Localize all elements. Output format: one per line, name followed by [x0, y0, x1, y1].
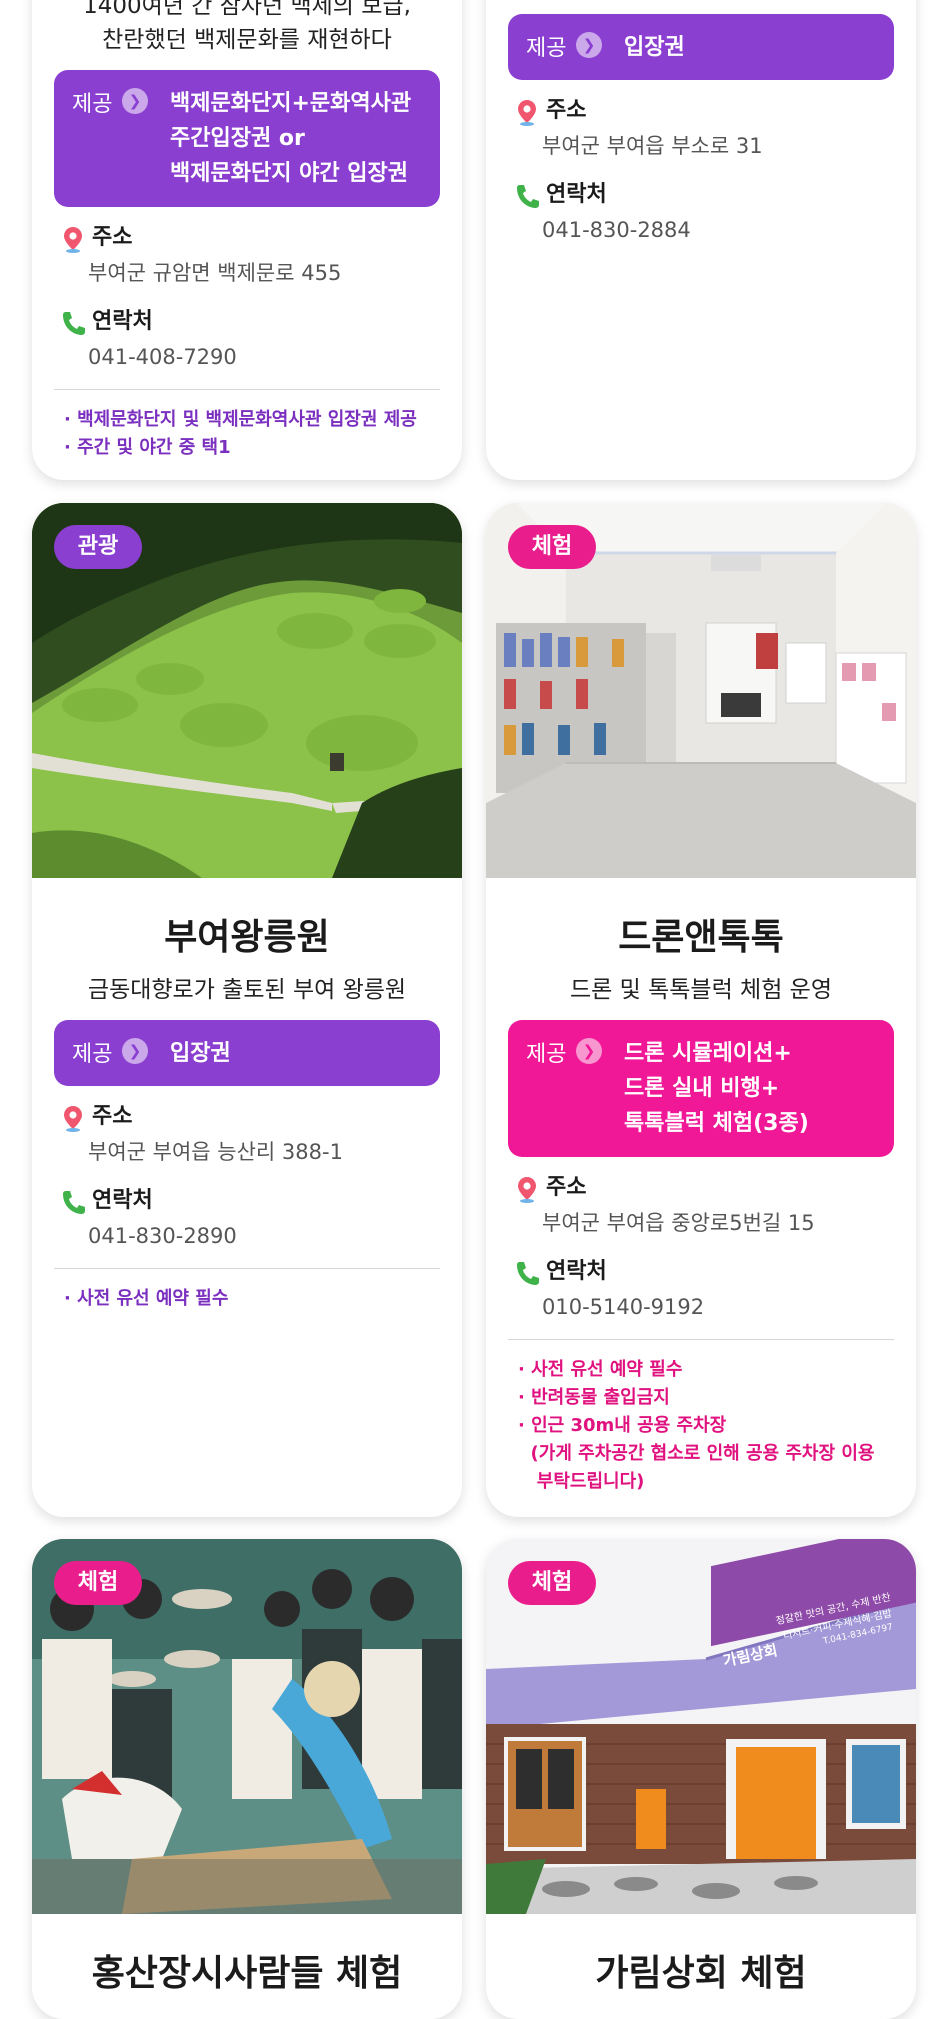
address-heading: 주소: [514, 94, 888, 128]
royal-tombs-photo: 관광: [32, 503, 462, 878]
offer-line: 입장권: [170, 1041, 231, 1066]
offer-label: 제공: [526, 36, 567, 61]
info-block: 주소 부여군 부여읍 중앙로5번길 15 연락처 010-5140-9192: [514, 1171, 888, 1325]
offer-line: 입장권: [624, 35, 685, 60]
offer-line: 톡톡블럭 체험(3종): [624, 1111, 809, 1136]
card-subtitle-line1: 1400여년 간 잠자던 백제의 보급,: [83, 0, 411, 19]
offer-line: 백제문화단지+문화역사관: [170, 91, 412, 116]
address-heading: 주소: [60, 221, 434, 255]
contact-heading: 연락처: [514, 1255, 888, 1289]
note-item: · 인근 30m내 공용 주차장: [518, 1415, 727, 1436]
location-pin-icon: [64, 1106, 82, 1132]
card-title: 부여왕릉원: [164, 917, 330, 958]
notes: · 사전 유선 예약 필수 · 반려동물 출입금지 · 인근 30m내 공용 주…: [518, 1356, 894, 1496]
info-block: 주소 부여군 부여읍 부소로 31 연락처 041-830-2884: [514, 94, 888, 248]
contact-heading: 연락처: [60, 1184, 434, 1218]
address-label: 주소: [546, 98, 587, 123]
contact-value[interactable]: 041-830-2890: [60, 1218, 434, 1254]
card-subtitle: 금동대향로가 출토된 부여 왕릉원: [87, 977, 407, 1003]
card-hongsan-market-people[interactable]: 체험 홍산장시사람들 체험: [32, 1539, 462, 2019]
chevron-right-icon: ❯: [576, 32, 602, 58]
offer-text: 드론 시뮬레이션+ 드론 실내 비행+ 톡톡블럭 체험(3종): [624, 1036, 876, 1141]
page: 1400여년 간 잠자던 백제의 보급, 찬란했던 백제문화를 재현하다 제공 …: [0, 0, 950, 2019]
location-pin-icon: [518, 100, 536, 126]
card-garim-store[interactable]: 가림상회 정갈한 맛의 공간, 수제 반찬 디저트·커피·수제식혜·김밥 T.0…: [486, 1539, 916, 2019]
contact-heading: 연락처: [514, 178, 888, 212]
category-badge: 체험: [508, 1561, 596, 1605]
card-title: 홍산장시사람들 체험: [91, 1953, 403, 1994]
notes: · 백제문화단지 및 백제문화역사관 입장권 제공 · 주간 및 야간 중 택1: [64, 406, 440, 462]
category-badge: 체험: [54, 1561, 142, 1605]
phone-icon: [63, 1191, 85, 1214]
divider: [54, 389, 440, 390]
card-top-right[interactable]: 제공 ❯ 입장권 주소 부여군 부여읍 부소로 31 연락처 041-830-2…: [486, 0, 916, 480]
offer-label: 제공: [72, 1042, 113, 1067]
offer-box: 제공 ❯ 백제문화단지+문화역사관 주간입장권 or 백제문화단지 야간 입장권: [54, 70, 440, 207]
address-label: 주소: [92, 225, 133, 250]
offer-label: 제공: [72, 92, 113, 117]
notes: · 사전 유선 예약 필수: [64, 1285, 440, 1313]
address-value: 부여군 부여읍 중앙로5번길 15: [542, 1211, 815, 1235]
divider: [54, 1268, 440, 1269]
offer-line: 드론 시뮬레이션+: [624, 1041, 792, 1066]
card-baekje-culture[interactable]: 1400여년 간 잠자던 백제의 보급, 찬란했던 백제문화를 재현하다 제공 …: [32, 0, 462, 480]
divider: [508, 1339, 894, 1340]
phone-icon: [517, 185, 539, 208]
drone-shop-photo: 체험: [486, 503, 916, 878]
offer-text: 백제문화단지+문화역사관 주간입장권 or 백제문화단지 야간 입장권: [170, 86, 422, 191]
offer-text: 입장권: [624, 30, 876, 65]
phone-icon: [517, 1262, 539, 1285]
note-item: · 반려동물 출입금지: [518, 1387, 670, 1408]
phone-icon: [63, 312, 85, 335]
note-item: · 주간 및 야간 중 택1: [64, 437, 231, 458]
note-item: · 백제문화단지 및 백제문화역사관 입장권 제공: [64, 409, 417, 430]
address-label: 주소: [92, 1104, 133, 1129]
note-item: · 사전 유선 예약 필수: [64, 1288, 229, 1309]
card-subtitle: 드론 및 톡톡블럭 체험 운영: [569, 977, 832, 1003]
contact-label: 연락처: [92, 309, 153, 334]
address-heading: 주소: [60, 1100, 434, 1134]
note-item: · 사전 유선 예약 필수: [518, 1359, 683, 1380]
address-value: 부여군 규암면 백제문로 455: [88, 261, 342, 285]
address-label: 주소: [546, 1175, 587, 1200]
market-experience-photo: 체험: [32, 1539, 462, 1914]
card-drone-and-toktok[interactable]: 체험 드론앤톡톡 드론 및 톡톡블럭 체험 운영 제공 ❯ 드론 시뮬레이션+ …: [486, 503, 916, 1517]
category-badge: 관광: [54, 525, 142, 569]
garim-store-photo: 가림상회 정갈한 맛의 공간, 수제 반찬 디저트·커피·수제식혜·김밥 T.0…: [486, 1539, 916, 1914]
chevron-right-icon: ❯: [576, 1038, 602, 1064]
contact-value[interactable]: 041-830-2884: [514, 212, 888, 248]
card-subtitle-line2: 찬란했던 백제문화를 재현하다: [102, 27, 392, 53]
contact-value[interactable]: 041-408-7290: [60, 339, 434, 375]
offer-box: 제공 ❯ 드론 시뮬레이션+ 드론 실내 비행+ 톡톡블럭 체험(3종): [508, 1020, 894, 1157]
offer-box: 제공 ❯ 입장권: [508, 14, 894, 80]
address-heading: 주소: [514, 1171, 888, 1205]
card-title: 가림상회 체험: [595, 1953, 807, 1994]
category-badge: 체험: [508, 525, 596, 569]
location-pin-icon: [64, 227, 82, 253]
offer-line: 주간입장권 or: [170, 126, 305, 151]
contact-label: 연락처: [546, 182, 607, 207]
contact-heading: 연락처: [60, 305, 434, 339]
contact-label: 연락처: [92, 1188, 153, 1213]
card-title: 드론앤톡톡: [618, 917, 784, 958]
offer-box: 제공 ❯ 입장권: [54, 1020, 440, 1086]
note-item: 부탁드립니다): [518, 1471, 645, 1492]
address-value: 부여군 부여읍 능산리 388-1: [88, 1140, 343, 1164]
chevron-right-icon: ❯: [122, 1038, 148, 1064]
offer-text: 입장권: [170, 1036, 422, 1071]
address-value: 부여군 부여읍 부소로 31: [542, 134, 763, 158]
offer-label: 제공: [526, 1042, 567, 1067]
note-item: (가게 주차공간 협소로 인해 공용 주차장 이용: [518, 1443, 875, 1464]
chevron-right-icon: ❯: [122, 88, 148, 114]
info-block: 주소 부여군 규암면 백제문로 455 연락처 041-408-7290: [60, 221, 434, 375]
offer-line: 드론 실내 비행+: [624, 1076, 780, 1101]
contact-value[interactable]: 010-5140-9192: [514, 1289, 888, 1325]
offer-line: 백제문화단지 야간 입장권: [170, 161, 408, 186]
location-pin-icon: [518, 1177, 536, 1203]
card-buyeo-royal-tombs[interactable]: 관광 부여왕릉원 금동대향로가 출토된 부여 왕릉원 제공 ❯ 입장권 주소 부…: [32, 503, 462, 1517]
contact-label: 연락처: [546, 1259, 607, 1284]
info-block: 주소 부여군 부여읍 능산리 388-1 연락처 041-830-2890: [60, 1100, 434, 1254]
